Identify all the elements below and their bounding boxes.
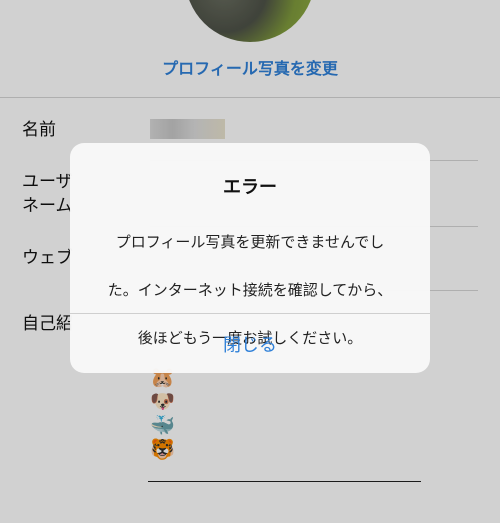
alert-title: エラー (223, 177, 277, 198)
alert-message-line: た。インターネット接続を確認してから、 (107, 281, 393, 299)
error-alert-dialog: エラー プロフィール写真を更新できませんでし た。インターネット接続を確認してか… (70, 143, 430, 373)
alert-message-line: プロフィール写真を更新できませんでし (115, 233, 385, 251)
close-button[interactable]: 閉じる (70, 314, 430, 373)
